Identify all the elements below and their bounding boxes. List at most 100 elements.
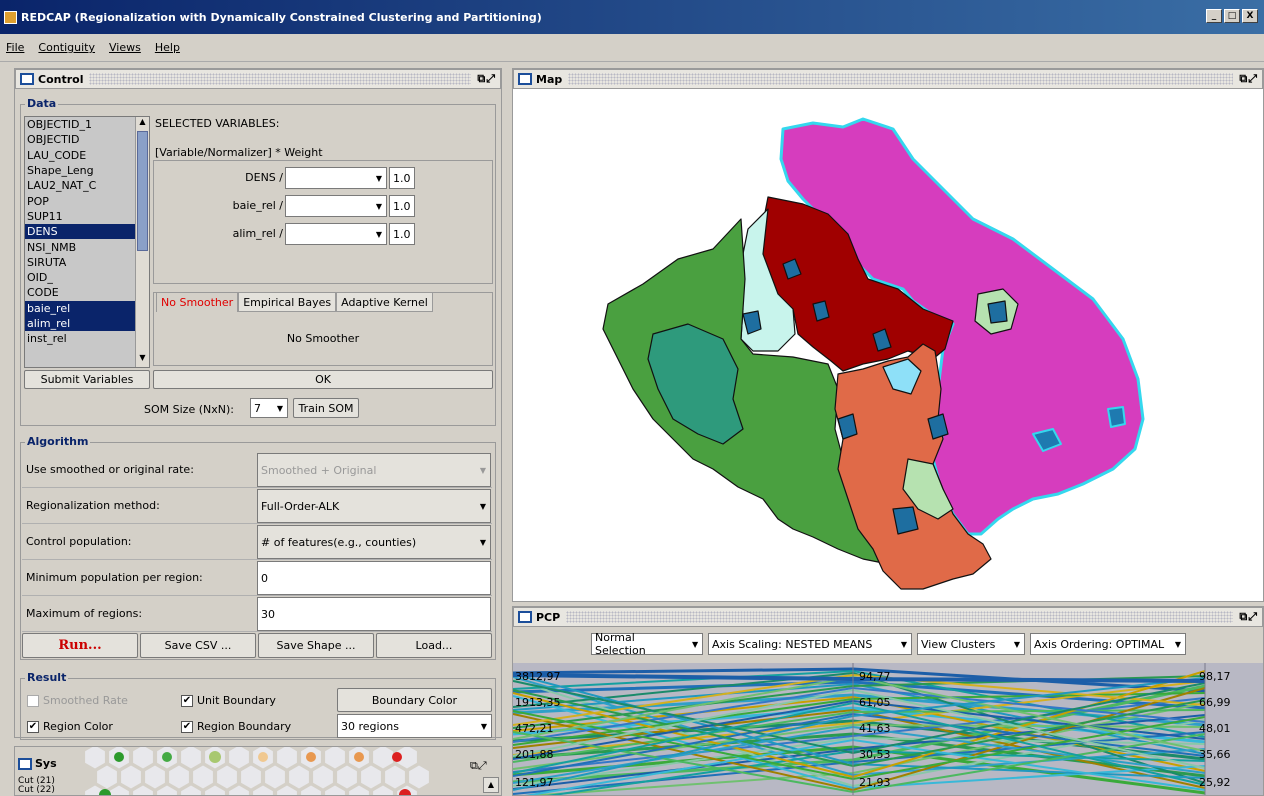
som-node (306, 752, 316, 762)
variable-list[interactable]: OBJECTID_1 OBJECTID LAU_CODE Shape_Leng LAU2… (24, 116, 150, 368)
som-cell (384, 764, 406, 790)
variable-list-scrollbar[interactable]: ▲ ▼ (135, 117, 149, 367)
regions-select[interactable]: 30 regions ▼ (337, 714, 492, 738)
frame-icon (18, 757, 32, 770)
list-item[interactable]: baie_rel (25, 300, 137, 316)
list-item[interactable]: inst_rel (25, 331, 137, 346)
som-cell (324, 747, 346, 770)
region-color-checkbox[interactable]: ✔ Region Color (27, 720, 113, 733)
list-item[interactable]: LAU_CODE (25, 148, 137, 163)
load-button[interactable]: Load... (376, 633, 492, 658)
view-clusters-select[interactable]: View Clusters ▼ (917, 633, 1025, 655)
save-shape-button[interactable]: Save Shape ... (258, 633, 374, 658)
max-regions-input[interactable]: 30 (257, 597, 491, 631)
som-size-label: SOM Size (NxN): (144, 403, 234, 416)
tab-adaptive-kernel[interactable]: Adaptive Kernel (336, 292, 433, 312)
list-item[interactable]: Shape_Leng (25, 163, 137, 178)
scroll-up-icon[interactable]: ▲ (483, 777, 499, 793)
region-map[interactable] (513, 89, 1263, 601)
control-population-select[interactable]: # of features(e.g., counties) ▼ (257, 525, 491, 559)
scroll-thumb[interactable] (137, 131, 148, 251)
normalizer-select[interactable]: ▼ (285, 195, 387, 217)
list-item[interactable]: CODE (25, 285, 137, 300)
smoothed-rate-checkbox[interactable]: Smoothed Rate (27, 694, 128, 707)
pcp-axis3-tick: 66,99 (1199, 696, 1231, 709)
chevron-down-icon: ▼ (375, 201, 383, 211)
algorithm-row: Maximum of regions: 30 (22, 596, 492, 632)
selection-mode-select[interactable]: Normal Selection ▼ (591, 631, 703, 657)
checkbox-unchecked-icon (27, 694, 39, 707)
list-item[interactable]: SUP11 (25, 209, 137, 224)
normalizer-select[interactable]: ▼ (285, 223, 387, 245)
som-hexagon-grid[interactable] (75, 747, 445, 796)
list-item[interactable]: POP (25, 193, 137, 208)
selected-variable-label: DENS / (245, 171, 283, 184)
run-button[interactable]: Run... (22, 633, 138, 658)
som-size-select[interactable]: 7 ▼ (250, 398, 288, 418)
pcp-plot-area[interactable]: 3812,97 94,77 98,17 1913,35 61,05 66,99 47… (513, 663, 1263, 795)
list-item[interactable]: Cut (22) (18, 786, 55, 795)
check-icon: ✔ (181, 694, 193, 707)
ok-button[interactable]: OK (153, 370, 493, 389)
float-dock-icon[interactable]: ⧉⤢ (1239, 72, 1258, 86)
axis-scaling-select[interactable]: Axis Scaling: NESTED MEANS ▼ (708, 633, 912, 655)
pcp-axis1-tick: 472,21 (515, 722, 554, 735)
som-cell (276, 747, 298, 770)
unit-boundary-checkbox[interactable]: ✔ Unit Boundary (181, 694, 276, 707)
menu-file[interactable]: File (6, 41, 24, 54)
normalizer-select[interactable]: ▼ (285, 167, 387, 189)
algorithm-row: Regionalization method: Full-Order-ALK ▼ (22, 488, 492, 524)
som-cell (216, 764, 238, 790)
pcp-axis1-tick: 121,97 (515, 776, 554, 789)
list-item[interactable]: NSI_NMB (25, 239, 137, 254)
menu-views[interactable]: Views (109, 41, 141, 54)
list-item[interactable]: OBJECTID (25, 132, 137, 147)
submit-variables-button[interactable]: Submit Variables (24, 370, 150, 389)
scroll-down-icon[interactable]: ▼ (136, 353, 149, 367)
som-cell (312, 764, 334, 790)
min-population-input[interactable]: 0 (257, 561, 491, 595)
tab-empirical-bayes[interactable]: Empirical Bayes (238, 292, 337, 312)
map-region-patch (837, 413, 858, 440)
menu-help[interactable]: Help (155, 41, 180, 54)
chevron-down-icon: ▼ (1013, 639, 1021, 649)
cut-list[interactable]: Cut (21) Cut (22) (18, 777, 55, 795)
rate-select[interactable]: Smoothed + Original ▼ (257, 453, 491, 487)
action-button-row: Run... Save CSV ... Save Shape ... Load.… (22, 633, 492, 658)
tab-no-smoother[interactable]: No Smoother (156, 292, 239, 312)
chevron-down-icon: ▼ (691, 639, 699, 649)
list-item[interactable]: SIRUTA (25, 255, 137, 270)
pcp-axis1-tick: 1913,35 (515, 696, 561, 709)
menu-contiguity[interactable]: Contiguity (38, 41, 95, 54)
minimize-button[interactable]: _ (1206, 9, 1222, 23)
list-item[interactable]: OBJECTID_1 (25, 117, 137, 132)
selection-mode-value: Normal Selection (595, 631, 646, 657)
pcp-toolbar: Normal Selection ▼ Axis Scaling: NESTED M… (591, 631, 1186, 657)
list-item[interactable]: DENS (25, 224, 137, 240)
result-group-label: Result (25, 671, 69, 684)
float-dock-icon[interactable]: ⧉⤢ (470, 759, 487, 773)
close-button[interactable]: X (1242, 9, 1258, 23)
weight-input[interactable]: 1.0 (389, 223, 415, 245)
rate-select-value: Smoothed + Original (261, 463, 377, 477)
save-csv-button[interactable]: Save CSV ... (140, 633, 256, 658)
train-som-button[interactable]: Train SOM (293, 398, 359, 418)
list-item[interactable]: LAU2_NAT_C (25, 178, 137, 193)
scroll-up-icon[interactable]: ▲ (136, 117, 149, 131)
region-boundary-checkbox[interactable]: ✔ Region Boundary (181, 720, 291, 733)
maximize-button[interactable]: □ (1224, 9, 1240, 23)
view-clusters-value: View Clusters (921, 637, 996, 651)
list-item[interactable]: alim_rel (25, 315, 137, 332)
weight-input[interactable]: 1.0 (389, 195, 415, 217)
map-region-patch (987, 300, 1008, 324)
axis-ordering-select[interactable]: Axis Ordering: OPTIMAL ▼ (1030, 633, 1186, 655)
chevron-down-icon: ▼ (375, 229, 383, 239)
regionalization-method-select[interactable]: Full-Order-ALK ▼ (257, 489, 491, 523)
float-dock-icon[interactable]: ⧉⤢ (1239, 610, 1258, 624)
check-icon: ✔ (27, 720, 39, 733)
boundary-color-button[interactable]: Boundary Color (337, 688, 492, 712)
pcp-axis3-tick: 98,17 (1199, 670, 1231, 683)
list-item[interactable]: OID_ (25, 270, 137, 285)
float-dock-icon[interactable]: ⧉⤢ (477, 72, 496, 86)
weight-input[interactable]: 1.0 (389, 167, 415, 189)
